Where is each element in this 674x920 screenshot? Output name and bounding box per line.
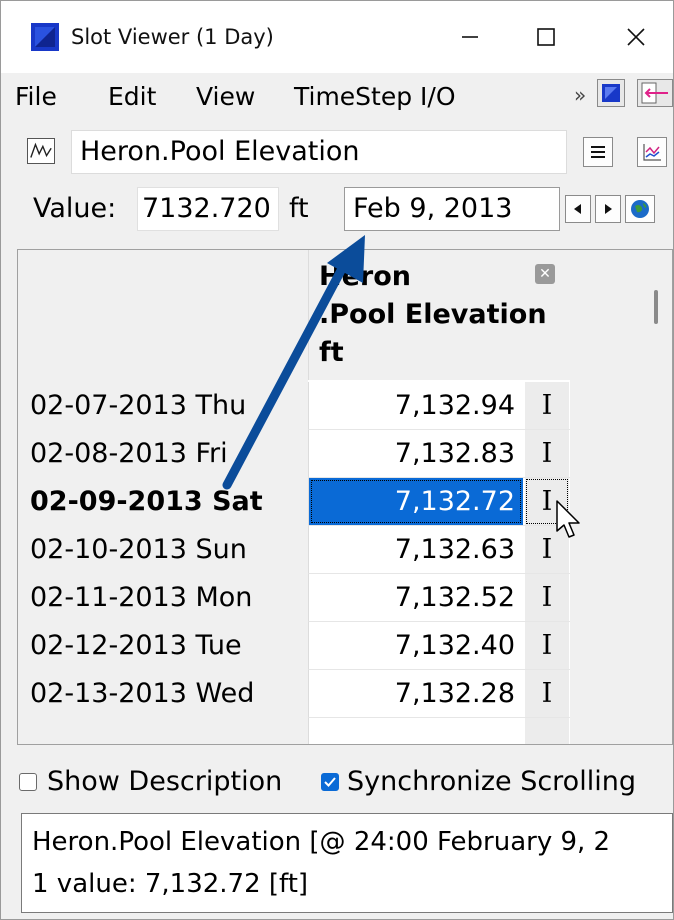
cell-value[interactable]: 7,132.83 <box>309 430 523 477</box>
plot-icon <box>643 144 661 161</box>
cell-value[interactable]: 7,132.40 <box>309 622 523 669</box>
arrow-left-icon <box>574 204 581 214</box>
mouse-cursor-icon <box>556 500 580 538</box>
table-row[interactable]: 7,132.94 I <box>308 382 570 430</box>
open-slot-icon <box>602 84 620 102</box>
globe-button[interactable] <box>625 195 655 223</box>
minimize-icon <box>462 36 478 38</box>
menu-lines-icon <box>591 146 605 158</box>
column-header[interactable]: Heron .Pool Elevation ft ✕ <box>308 250 570 380</box>
cell-value-partial <box>309 718 523 744</box>
slot-list-button[interactable] <box>583 137 613 167</box>
selection-info-box: Heron.Pool Elevation [@ 24:00 February 9… <box>21 813 673 913</box>
row-header-column: 02-07-2013 Thu 02-08-2013 Fri 02-09-2013… <box>18 250 308 744</box>
vertical-scrollbar[interactable] <box>570 250 672 744</box>
next-date-button[interactable] <box>595 195 621 223</box>
cell-flag: I <box>525 382 569 429</box>
row-label[interactable]: 02-13-2013 Wed <box>30 670 254 718</box>
title-bar: Slot Viewer (1 Day) <box>1 1 673 73</box>
arrow-right-icon <box>605 204 612 214</box>
close-column-icon[interactable]: ✕ <box>535 264 555 284</box>
cell-flag: I <box>525 574 569 621</box>
table-row[interactable]: 7,132.63 I <box>308 526 570 574</box>
value-column: Heron .Pool Elevation ft ✕ 7,132.94 I 7,… <box>308 250 570 744</box>
export-icon <box>641 82 668 104</box>
show-description-label[interactable]: Show Description <box>47 763 282 801</box>
column-header-unit: ft <box>319 337 344 368</box>
row-label[interactable]: 02-07-2013 Thu <box>30 382 246 430</box>
row-label-selected[interactable]: 02-09-2013 Sat <box>30 478 263 526</box>
cell-flag-partial <box>525 718 569 744</box>
info-line-2: 1 value: 7,132.72 [ft] <box>32 869 309 899</box>
slot-row: Heron.Pool Elevation <box>1 125 673 179</box>
menu-bar: File Edit View TimeStep I/O » <box>1 73 673 123</box>
value-row: Value: 7132.720 ft Feb 9, 2013 <box>1 181 673 237</box>
row-label[interactable]: 02-08-2013 Fri <box>30 430 228 478</box>
column-header-text: Heron .Pool Elevation ft <box>319 258 547 372</box>
maximize-button[interactable] <box>521 15 571 59</box>
riverware-app-icon <box>31 23 59 51</box>
cell-flag: I <box>525 430 569 477</box>
plot-slot-button[interactable] <box>637 137 667 167</box>
column-header-slot: .Pool Elevation <box>319 299 547 330</box>
cell-value[interactable]: 7,132.52 <box>309 574 523 621</box>
table-row-partial[interactable] <box>308 718 570 744</box>
value-unit: ft <box>289 193 309 224</box>
column-header-object: Heron <box>319 261 411 292</box>
synchronize-scrolling-checkbox[interactable] <box>321 773 339 791</box>
cell-value[interactable]: 7,132.63 <box>309 526 523 573</box>
close-button[interactable] <box>611 15 661 59</box>
row-label[interactable]: 02-11-2013 Mon <box>30 574 252 622</box>
cell-value-selected[interactable]: 7,132.72 <box>309 478 523 525</box>
row-label[interactable]: 02-12-2013 Tue <box>30 622 242 670</box>
table-row[interactable]: 7,132.83 I <box>308 430 570 478</box>
table-row-selected[interactable]: 7,132.72 I <box>308 478 570 526</box>
menu-view[interactable]: View <box>196 79 255 115</box>
window-title: Slot Viewer (1 Day) <box>71 25 274 49</box>
cell-flag: I <box>525 670 569 717</box>
table-row[interactable]: 7,132.28 I <box>308 670 570 718</box>
close-icon <box>627 28 645 46</box>
info-line-1: Heron.Pool Elevation [@ 24:00 February 9… <box>32 827 611 857</box>
previous-date-button[interactable] <box>565 195 591 223</box>
table-row[interactable]: 7,132.40 I <box>308 622 570 670</box>
cell-value[interactable]: 7,132.28 <box>309 670 523 717</box>
table-row[interactable]: 7,132.52 I <box>308 574 570 622</box>
checkmark-icon <box>324 777 336 787</box>
slot-name-field[interactable]: Heron.Pool Elevation <box>71 130 567 174</box>
globe-icon <box>631 200 649 218</box>
value-field[interactable]: 7132.720 <box>137 187 279 231</box>
menu-timestep-io[interactable]: TimeStep I/O <box>294 79 456 115</box>
cell-value[interactable]: 7,132.94 <box>309 382 523 429</box>
date-field[interactable]: Feb 9, 2013 <box>344 187 560 231</box>
minimize-button[interactable] <box>445 15 495 59</box>
cell-flag: I <box>525 622 569 669</box>
synchronize-scrolling-label[interactable]: Synchronize Scrolling <box>347 763 636 801</box>
slot-table: 02-07-2013 Thu 02-08-2013 Fri 02-09-2013… <box>17 249 673 745</box>
series-slot-icon <box>27 138 55 164</box>
menu-edit[interactable]: Edit <box>108 79 156 115</box>
show-description-checkbox[interactable] <box>19 773 37 791</box>
menu-overflow-icon[interactable]: » <box>574 83 586 107</box>
toolbar-open-slot-button[interactable] <box>597 79 625 107</box>
toolbar-export-button[interactable] <box>637 79 673 107</box>
scrollbar-thumb[interactable] <box>654 290 658 324</box>
row-label[interactable]: 02-10-2013 Sun <box>30 526 247 574</box>
menu-file[interactable]: File <box>15 79 57 115</box>
maximize-icon <box>537 28 555 46</box>
options-row: Show Description Synchronize Scrolling <box>1 757 673 807</box>
slot-viewer-window: Slot Viewer (1 Day) File Edit View TimeS… <box>0 0 674 920</box>
value-label: Value: <box>33 193 117 224</box>
